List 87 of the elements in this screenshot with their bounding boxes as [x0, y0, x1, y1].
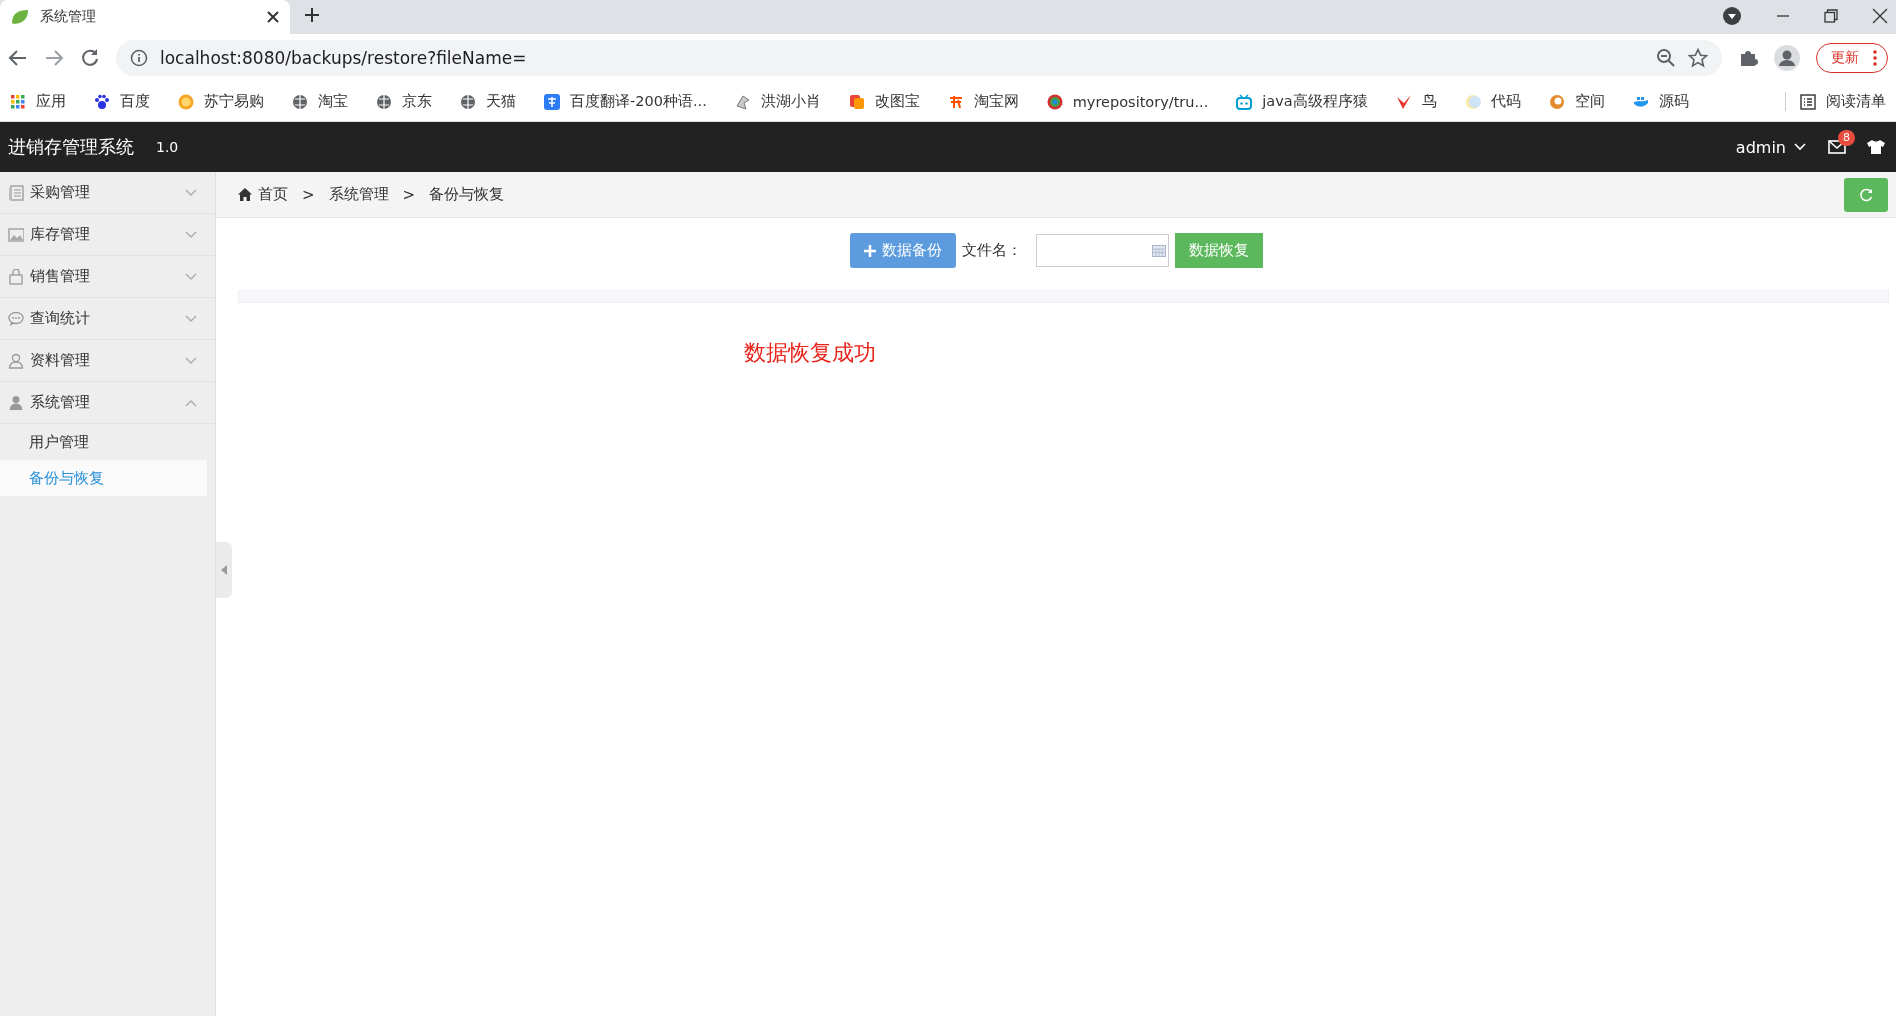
- breadcrumb-separator: >: [302, 185, 315, 204]
- breadcrumb-separator: >: [402, 185, 416, 204]
- profile-dropdown-icon[interactable]: [1722, 6, 1742, 26]
- menu-item[interactable]: 采购管理: [0, 172, 215, 214]
- user-icon: [8, 394, 24, 411]
- submenu-item[interactable]: 用户管理: [0, 424, 207, 460]
- image-icon: [8, 226, 24, 243]
- forward-icon[interactable]: [44, 48, 64, 68]
- app-title: 进销存管理系统: [8, 135, 134, 159]
- field-label: 文件名：: [961, 241, 1022, 260]
- plus-icon[interactable]: [304, 7, 320, 23]
- caret-left-icon: [221, 565, 227, 575]
- reading-list-button[interactable]: 阅读清单: [1785, 92, 1886, 111]
- menu-item[interactable]: 库存管理: [0, 214, 215, 256]
- bookmark[interactable]: 京东: [376, 92, 432, 111]
- bookmark[interactable]: 源码: [1632, 92, 1689, 111]
- menu-item[interactable]: 查询统计: [0, 298, 215, 340]
- tv-icon: [1236, 93, 1253, 110]
- bookmark[interactable]: java高级程序猿: [1236, 92, 1368, 111]
- chevron-down-icon: [185, 356, 197, 365]
- bookmark[interactable]: 改图宝: [848, 92, 920, 111]
- bookmark[interactable]: 代码: [1464, 92, 1521, 111]
- chevron-down-icon: [185, 314, 197, 323]
- menu-item[interactable]: 销售管理: [0, 256, 215, 298]
- chevron-down-icon: [185, 272, 197, 281]
- menu-item[interactable]: 资料管理: [0, 340, 215, 382]
- breadcrumb-link[interactable]: 系统管理: [328, 185, 389, 204]
- success-message: 数据恢复成功: [744, 339, 877, 367]
- chat-icon: [8, 310, 24, 327]
- globe-icon: [460, 93, 476, 110]
- bookmark[interactable]: 百度: [94, 92, 150, 111]
- bookmark[interactable]: 百度翻译-200种语...: [544, 92, 707, 111]
- shirt-icon[interactable]: [1866, 139, 1886, 155]
- bookmark[interactable]: 鸟: [1395, 92, 1437, 111]
- globe-icon: [376, 93, 392, 110]
- zoom-icon[interactable]: [1656, 48, 1676, 68]
- bookmark[interactable]: myrepository/tru...: [1046, 93, 1209, 110]
- home-link[interactable]: 首页: [238, 185, 288, 204]
- menu-item[interactable]: 系统管理: [0, 382, 215, 424]
- leaf-icon: [10, 7, 30, 27]
- chevron-up-icon: [185, 398, 197, 407]
- collapse-handle[interactable]: [216, 542, 232, 598]
- bookmark[interactable]: 洪湖小肖: [734, 92, 821, 111]
- more-icon[interactable]: [1873, 50, 1877, 66]
- refresh-icon: [1859, 187, 1873, 202]
- home-icon: [238, 188, 252, 201]
- notification-badge: 8: [1838, 130, 1855, 146]
- moon-icon: [1464, 93, 1481, 110]
- close-icon[interactable]: [1872, 8, 1888, 24]
- chevron-down-icon: [185, 188, 197, 197]
- bookmark[interactable]: 苏宁易购: [178, 92, 264, 111]
- bookmark[interactable]: 空间: [1548, 92, 1605, 111]
- version-label: 1.0: [156, 139, 179, 155]
- restore-icon[interactable]: [1824, 9, 1838, 23]
- bookmark[interactable]: 淘宝网: [947, 92, 1019, 111]
- breadcrumb-link[interactable]: 备份与恢复: [429, 185, 505, 204]
- chevron-down-icon: [185, 230, 197, 239]
- ring-icon: [1046, 93, 1063, 110]
- tab-title: 系统管理: [40, 8, 97, 26]
- reload-icon[interactable]: [80, 48, 100, 68]
- info-icon[interactable]: [130, 49, 148, 67]
- close-icon[interactable]: [266, 10, 280, 24]
- globe-icon: [292, 93, 308, 110]
- mail-icon[interactable]: [1828, 140, 1846, 154]
- user-icon: [8, 352, 24, 369]
- list-icon: [8, 184, 24, 201]
- apps-icon: [10, 93, 26, 110]
- address-bar[interactable]: localhost:8080/backups/restore?fileName=: [116, 40, 1722, 76]
- translate-icon: [544, 93, 560, 110]
- paw-icon: [94, 93, 110, 110]
- bookmark[interactable]: 应用: [10, 92, 66, 111]
- calendar-icon: [1151, 244, 1166, 257]
- back-icon[interactable]: [8, 48, 28, 68]
- avatar-icon[interactable]: [1774, 45, 1800, 71]
- star-icon[interactable]: [1688, 48, 1708, 68]
- user-menu[interactable]: admin: [1735, 137, 1806, 157]
- bookmark[interactable]: 天猫: [460, 92, 516, 111]
- square-icon: [848, 93, 865, 110]
- bookmark[interactable]: 淘宝: [292, 92, 348, 111]
- plus-icon: [863, 244, 876, 257]
- bag-icon: [8, 268, 24, 285]
- puzzle-icon[interactable]: [1738, 48, 1758, 68]
- chevron-down-icon: [1794, 143, 1806, 151]
- list-icon: [1800, 93, 1816, 110]
- browser-tab[interactable]: 系统管理: [0, 0, 290, 34]
- update-button[interactable]: 更新: [1816, 43, 1888, 73]
- file-name-field[interactable]: [1035, 234, 1169, 267]
